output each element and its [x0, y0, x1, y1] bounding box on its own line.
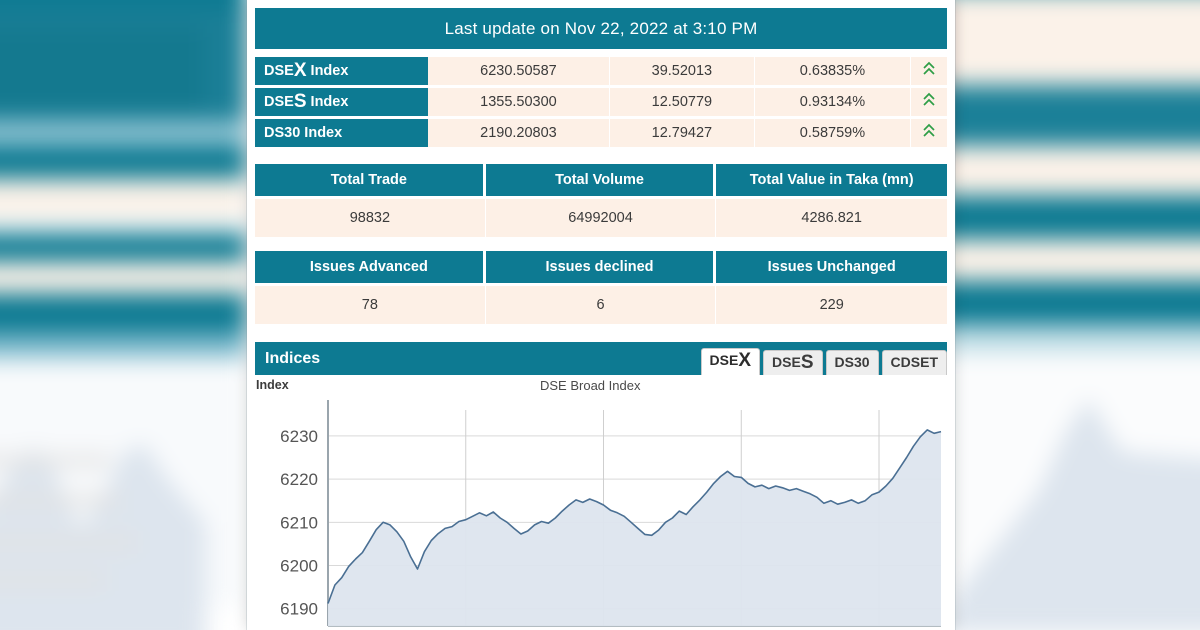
- bg-textline: [0, 455, 112, 467]
- table-row[interactable]: DSES Index 1355.50300 12.50779 0.93134%: [255, 88, 947, 119]
- index-name-dses: DSES Index: [255, 88, 428, 119]
- double-chevron-up-icon: [922, 61, 936, 77]
- index-name-big: S: [293, 91, 307, 112]
- index-name-suffix: Index: [306, 94, 349, 110]
- indices-panel-header: Indices DSEX DSES DS30 CDSET: [255, 342, 947, 375]
- double-chevron-up-icon: [922, 92, 936, 108]
- chart-title: DSE Broad Index: [540, 378, 641, 393]
- bg-band: [932, 85, 1200, 148]
- table-row: 78 6 229: [255, 286, 947, 324]
- last-update-bar: Last update on Nov 22, 2022 at 3:10 PM: [255, 8, 947, 49]
- bg-textline: [0, 494, 122, 507]
- indices-table: DSEX Index 6230.50587 39.52013 0.63835% …: [255, 57, 947, 150]
- tab-ds30[interactable]: DS30: [825, 350, 879, 375]
- cell-issues-unchanged: 229: [716, 286, 947, 324]
- bg-band: [0, 145, 247, 181]
- table-row[interactable]: DSEX Index 6230.50587 39.52013 0.63835%: [255, 57, 947, 88]
- y-axis-tick-label: 6200: [280, 557, 318, 576]
- index-name-big: X: [293, 60, 307, 81]
- bg-band: [932, 280, 1200, 331]
- cell-issues-declined: 6: [485, 286, 717, 324]
- chart-tab-bar: DSEX DSES DS30 CDSET: [698, 348, 947, 375]
- index-name-prefix: DS30: [264, 125, 301, 141]
- col-header-issues-unchanged: Issues Unchanged: [716, 251, 947, 286]
- tab-label-prefix: CDSET: [890, 354, 938, 370]
- tab-cdset[interactable]: CDSET: [881, 350, 947, 375]
- tab-label-prefix: DSE: [709, 352, 739, 368]
- index-name-suffix: Index: [300, 125, 343, 141]
- cell-issues-advanced: 78: [255, 286, 486, 324]
- tab-label-big: X: [738, 350, 752, 371]
- bg-band: [0, 178, 247, 223]
- index-value: 1355.50300: [428, 88, 610, 119]
- index-chart[interactable]: 6190620062106220623010:0011:0012:0013:00…: [255, 398, 947, 630]
- col-header-issues-advanced: Issues Advanced: [255, 251, 486, 286]
- col-header-total-volume: Total Volume: [485, 164, 717, 199]
- bg-band: [932, 0, 1200, 88]
- index-change: 12.79427: [609, 119, 755, 150]
- tab-dsex[interactable]: DSEX: [700, 348, 761, 375]
- index-name-suffix: Index: [306, 63, 349, 79]
- chart-canvas: 6190620062106220623010:0011:0012:0013:00…: [280, 400, 942, 627]
- table-header-row: Total Trade Total Volume Total Value in …: [255, 164, 947, 199]
- index-value: 2190.20803: [428, 119, 610, 150]
- index-name-dsex: DSEX Index: [255, 57, 428, 88]
- index-direction-cell: [911, 57, 947, 88]
- index-change: 39.52013: [609, 57, 755, 88]
- index-percent: 0.58759%: [754, 119, 911, 150]
- cell-total-volume: 64992004: [485, 199, 717, 237]
- cell-total-trade: 98832: [255, 199, 486, 237]
- double-chevron-up-icon: [922, 123, 936, 139]
- card-inner: Last update on Nov 22, 2022 at 3:10 PM D…: [247, 0, 955, 630]
- index-percent: 0.63835%: [754, 57, 911, 88]
- market-summary-table: Total Trade Total Volume Total Value in …: [255, 164, 947, 237]
- bg-band: [932, 145, 1200, 200]
- index-name-prefix: DSE: [264, 94, 294, 110]
- table-header-row: Issues Advanced Issues declined Issues U…: [255, 251, 947, 286]
- bg-band: [0, 26, 205, 111]
- index-change: 12.50779: [609, 88, 755, 119]
- indices-panel: Indices DSEX DSES DS30 CDSET Index DSE B…: [255, 342, 947, 630]
- index-direction-cell: [911, 88, 947, 119]
- bg-band: [0, 232, 247, 265]
- y-axis-tick-label: 6210: [280, 513, 318, 532]
- tab-label-big: S: [800, 352, 814, 373]
- bg-band: [0, 261, 247, 298]
- chart-label-row: Index DSE Broad Index: [255, 378, 947, 398]
- bg-textline: [0, 573, 107, 586]
- y-axis-tick-label: 6230: [280, 427, 318, 446]
- col-header-total-trade: Total Trade: [255, 164, 486, 199]
- index-value: 6230.50587: [428, 57, 610, 88]
- issues-summary-table: Issues Advanced Issues declined Issues U…: [255, 251, 947, 324]
- bg-band: [932, 239, 1200, 283]
- index-percent: 0.93134%: [754, 88, 911, 119]
- bg-chart-shape-right: [943, 401, 1200, 630]
- table-row: 98832 64992004 4286.821: [255, 199, 947, 237]
- indices-panel-title: Indices: [265, 350, 321, 367]
- cell-total-value: 4286.821: [716, 199, 947, 237]
- y-axis-tick-label: 6220: [280, 470, 318, 489]
- index-name-prefix: DSE: [264, 63, 294, 79]
- col-header-issues-declined: Issues declined: [485, 251, 717, 286]
- y-axis-tick-label: 6190: [280, 600, 318, 619]
- table-row[interactable]: DS30 Index 2190.20803 12.79427 0.58759%: [255, 119, 947, 150]
- col-header-total-value: Total Value in Taka (mn): [716, 164, 947, 199]
- index-direction-cell: [911, 119, 947, 150]
- bg-textline: [0, 536, 138, 548]
- chart-axis-label: Index: [256, 378, 289, 392]
- bg-band: [932, 195, 1200, 242]
- tab-label-prefix: DSE: [772, 354, 801, 370]
- tab-dses[interactable]: DSES: [763, 350, 823, 375]
- dse-market-widget-card: Last update on Nov 22, 2022 at 3:10 PM D…: [247, 0, 955, 630]
- tab-label-prefix: DS30: [834, 354, 870, 370]
- index-name-ds30: DS30 Index: [255, 119, 428, 150]
